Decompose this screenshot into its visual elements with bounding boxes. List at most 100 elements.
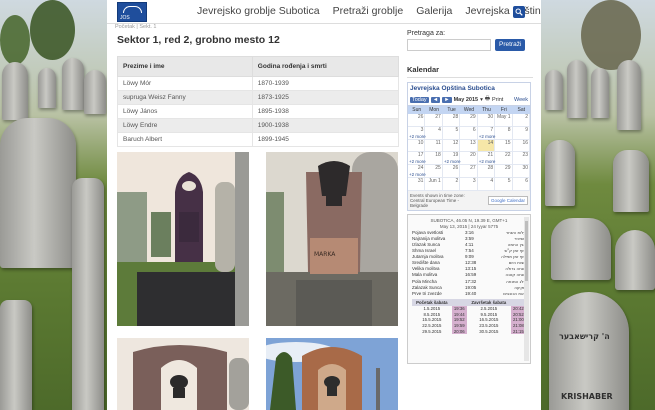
calendar-day[interactable]: 25	[425, 165, 443, 178]
calendar-day[interactable]: 3	[460, 177, 478, 191]
calendar-day[interactable]: 30	[512, 165, 530, 178]
calendar-day[interactable]: 2	[442, 177, 461, 191]
grave-photo-2[interactable]: MARKA	[266, 152, 398, 326]
grave-photo-4[interactable]	[266, 338, 398, 410]
calendar-day[interactable]: 14	[477, 139, 496, 153]
breadcrumb[interactable]: Početak | Sekt. 1	[115, 24, 156, 30]
calendar-day[interactable]: 5	[442, 126, 461, 140]
calendar-day-number: 27	[470, 165, 476, 172]
calendar-day[interactable]: 20	[460, 152, 478, 166]
search-icon[interactable]	[513, 6, 525, 18]
zmanim-scrollbar[interactable]	[524, 216, 529, 361]
menu-item-gallery[interactable]: Galerija	[416, 5, 452, 17]
calendar-day[interactable]: 4	[477, 177, 496, 191]
calendar-week-tab[interactable]: Week	[514, 97, 528, 103]
cell-name: supruga Weisz Fanny	[117, 90, 253, 105]
calendar-day[interactable]: 4	[425, 126, 443, 140]
cell-years: 1873-1925	[251, 90, 400, 105]
calendar-today-button[interactable]: Today	[410, 96, 429, 103]
calendar-day[interactable]: 10	[408, 139, 426, 153]
google-calendar-widget: Jevrejska Opština Subotica Today ◄ ► May…	[407, 82, 531, 211]
calendar-day[interactable]: 13	[460, 139, 478, 153]
calendar-print-link[interactable]: Print	[492, 97, 503, 103]
calendar-more-link[interactable]: +2 more	[444, 159, 461, 164]
zman-name: Prve tri zvezde	[412, 290, 442, 296]
calendar-day-number: 23	[522, 152, 528, 159]
calendar-weekday: Wed	[460, 106, 478, 114]
calendar-day[interactable]: 6	[512, 177, 530, 191]
calendar-day[interactable]: 24 +2 more	[408, 165, 426, 178]
grave-photo-1[interactable]	[117, 152, 249, 326]
calendar-day-number: 11	[435, 139, 441, 146]
calendar-day[interactable]: 26	[442, 165, 461, 178]
calendar-more-link[interactable]: +2 more	[409, 172, 426, 177]
calendar-day[interactable]: Jun 1	[425, 177, 443, 191]
calendar-day[interactable]: 19 +2 more	[442, 152, 461, 166]
calendar-day-number: May 1	[496, 114, 511, 120]
chevron-down-icon[interactable]: ▾	[480, 97, 483, 103]
shabbat-cell: 30.5.2015	[479, 328, 499, 334]
calendar-toolbar: Today ◄ ► May 2015 ▾ 🖶 Print Week	[408, 94, 530, 105]
calendar-more-link[interactable]: +2 more	[409, 134, 426, 139]
calendar-day[interactable]: 27	[460, 165, 478, 178]
calendar-day[interactable]: 30	[477, 114, 496, 127]
calendar-more-link[interactable]: +2 more	[479, 134, 496, 139]
shabbat-column-header: Početak šabata	[412, 298, 452, 306]
calendar-day[interactable]: May 1	[495, 114, 513, 127]
calendar-day[interactable]: 28	[477, 165, 496, 178]
calendar-day[interactable]: 3 +2 more	[408, 126, 426, 140]
shabbat-cell: 19:36	[451, 305, 467, 312]
calendar-day[interactable]: 6	[460, 126, 478, 140]
calendar-day[interactable]: 31	[408, 177, 426, 191]
menorah-logo-icon[interactable]: JOS	[117, 2, 147, 22]
calendar-day[interactable]: 7 +2 more	[477, 126, 496, 140]
calendar-day[interactable]: 5	[495, 177, 513, 191]
calendar-day[interactable]: 15	[495, 139, 513, 153]
search-input[interactable]	[407, 39, 491, 51]
menu-item-cemetery[interactable]: Jevrejsko groblje Subotica	[197, 5, 320, 17]
print-icon[interactable]: 🖶	[485, 95, 490, 104]
calendar-day[interactable]: 17 +2 more	[408, 152, 426, 166]
calendar-day[interactable]: 23	[512, 152, 530, 166]
search-button[interactable]: Pretraži	[495, 39, 526, 51]
calendar-day-number: 25	[435, 165, 441, 172]
calendar-day[interactable]: 21 +2 more	[477, 152, 496, 166]
menu-item-search[interactable]: Pretraži groblje	[333, 5, 404, 17]
calendar-day[interactable]: 12	[442, 139, 461, 153]
menu-item-community[interactable]: Jevrejska opština	[465, 5, 541, 17]
calendar-day-number: 19	[452, 152, 459, 159]
calendar-day[interactable]: 22	[495, 152, 513, 166]
calendar-day[interactable]: 29	[495, 165, 513, 178]
grave-table: Prezime i ime Godina rođenja i smrti Löw…	[117, 56, 400, 147]
calendar-day-number: 20	[470, 152, 476, 159]
shabbat-times-table: Početak šabata Završetak šabata 1.5.2015 1…	[412, 298, 526, 335]
calendar-day-number: 14	[487, 139, 494, 146]
calendar-day-number: 3	[420, 126, 424, 133]
calendar-day[interactable]: 26	[408, 114, 426, 127]
calendar-day[interactable]: 28	[442, 114, 461, 127]
calendar-day[interactable]: 9	[512, 126, 530, 140]
table-row: supruga Weisz Fanny 1873-1925	[117, 90, 400, 105]
calendar-day[interactable]: 16	[512, 139, 530, 153]
shabbat-cell: 20:06	[451, 328, 467, 335]
calendar-day-number: 5	[455, 126, 459, 133]
calendar-more-link[interactable]: +2 more	[409, 159, 426, 164]
google-calendar-button[interactable]: Google Calendar	[487, 195, 528, 205]
calendar-day-number: 22	[505, 152, 511, 159]
background-right-cemetery: ה' קרישאבער KRISHABER	[541, 0, 655, 410]
calendar-day[interactable]: 2	[512, 114, 530, 127]
calendar-month: May 2015	[453, 96, 479, 103]
calendar-day[interactable]: 8	[495, 126, 513, 140]
calendar-day[interactable]: 29	[460, 114, 478, 127]
calendar-prev-button[interactable]: ◄	[430, 96, 441, 103]
calendar-next-button[interactable]: ►	[442, 96, 452, 103]
calendar-day[interactable]: 18	[425, 152, 443, 166]
calendar-day-number: 28	[452, 114, 459, 120]
calendar-day[interactable]: 27	[425, 114, 443, 127]
calendar-day[interactable]: 11	[425, 139, 443, 153]
calendar-day-number: 3	[472, 177, 476, 184]
calendar-more-link[interactable]: +2 more	[479, 159, 496, 164]
main-menu: Jevrejsko groblje Subotica Pretraži grob…	[197, 5, 541, 17]
grave-photo-3[interactable]	[117, 338, 249, 410]
calendar-footer: Events shown in time zone: Central Europ…	[408, 190, 530, 210]
